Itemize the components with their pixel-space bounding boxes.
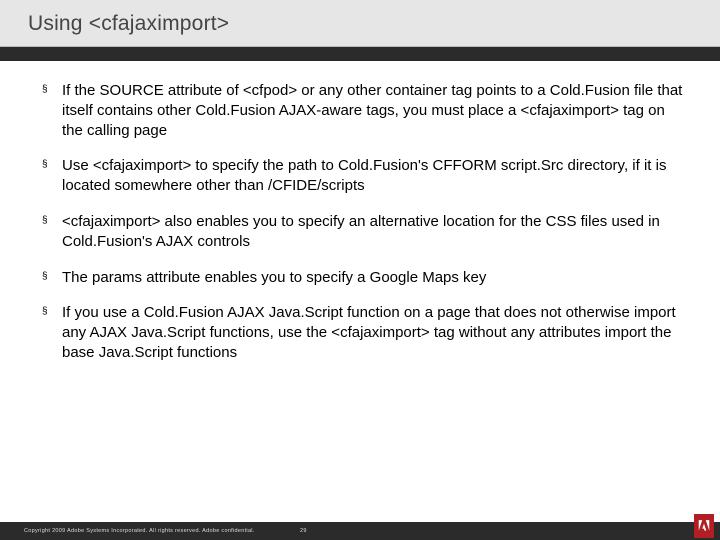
slide-header: Using <cfajaximport> xyxy=(0,0,720,47)
list-item: If you use a Cold.Fusion AJAX Java.Scrip… xyxy=(42,303,688,362)
list-item: Use <cfajaximport> to specify the path t… xyxy=(42,156,688,196)
slide-title: Using <cfajaximport> xyxy=(28,12,692,36)
page-number: 29 xyxy=(300,528,307,534)
slide-footer: Copyright 2009 Adobe Systems Incorporate… xyxy=(0,522,720,540)
header-strip xyxy=(0,47,720,61)
list-item: The params attribute enables you to spec… xyxy=(42,268,688,288)
bullet-list: If the SOURCE attribute of <cfpod> or an… xyxy=(42,81,688,363)
list-item: <cfajaximport> also enables you to speci… xyxy=(42,212,688,252)
adobe-logo-icon xyxy=(697,519,711,533)
slide: Using <cfajaximport> If the SOURCE attri… xyxy=(0,0,720,540)
adobe-logo xyxy=(694,514,714,538)
copyright-text: Copyright 2009 Adobe Systems Incorporate… xyxy=(24,528,255,534)
slide-content: If the SOURCE attribute of <cfpod> or an… xyxy=(0,61,720,540)
list-item: If the SOURCE attribute of <cfpod> or an… xyxy=(42,81,688,140)
